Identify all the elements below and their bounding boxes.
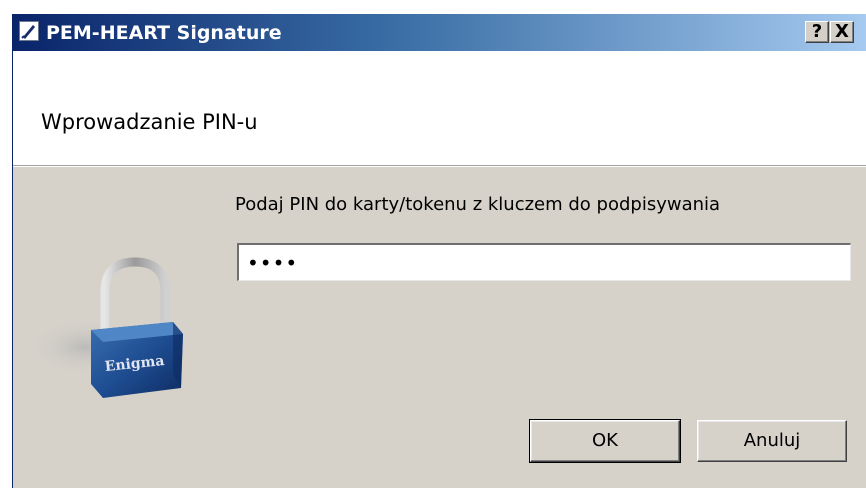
help-button[interactable]: ? bbox=[805, 21, 829, 43]
header-separator bbox=[13, 166, 866, 167]
pin-prompt-label: Podaj PIN do karty/tokenu z kluczem do p… bbox=[235, 194, 721, 215]
app-icon bbox=[19, 21, 39, 41]
dialog-header: Wprowadzanie PIN-u bbox=[13, 51, 866, 166]
padlock-icon: Enigma bbox=[25, 252, 205, 402]
cancel-button[interactable]: Anuluj bbox=[697, 420, 847, 462]
close-button[interactable]: X bbox=[830, 21, 854, 43]
header-title: Wprowadzanie PIN-u bbox=[41, 110, 258, 134]
title-bar[interactable]: PEM-HEART Signature ? X bbox=[13, 14, 866, 51]
ok-button[interactable]: OK bbox=[529, 419, 681, 463]
pin-input[interactable]: •••• bbox=[237, 243, 851, 281]
pin-dialog-window: PEM-HEART Signature ? X Wprowadzanie PIN… bbox=[12, 14, 866, 488]
window-title: PEM-HEART Signature bbox=[46, 22, 282, 44]
